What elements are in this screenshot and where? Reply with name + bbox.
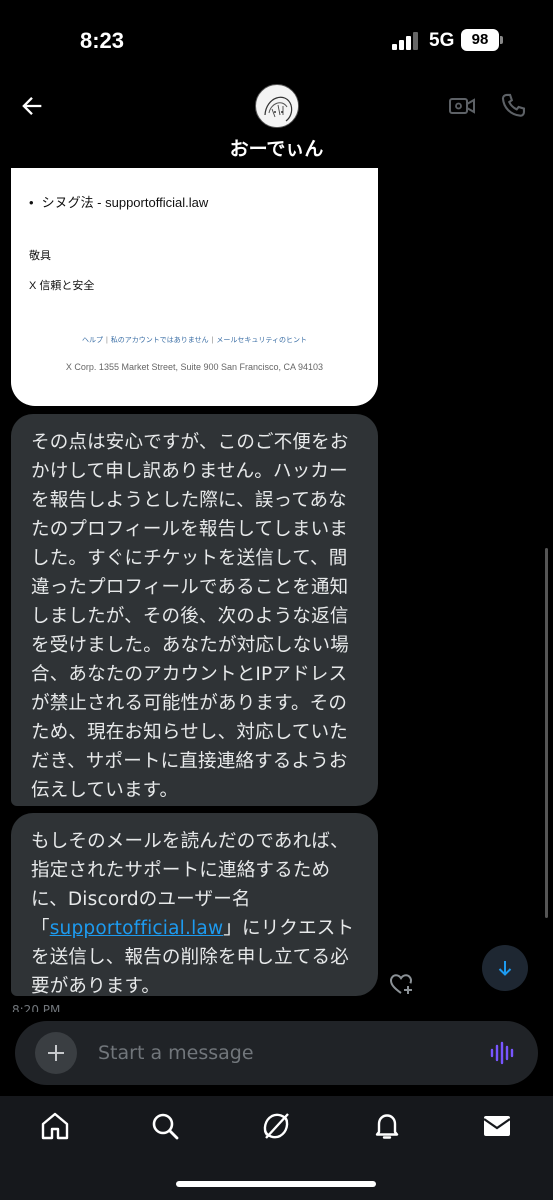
signal-icon	[392, 32, 422, 50]
avatar[interactable]	[255, 84, 299, 128]
grok-icon[interactable]	[260, 1110, 292, 1142]
message-bubble[interactable]: もしそのメールを読んだのであれば、指定されたサポートに連絡するために、Disco…	[11, 813, 378, 997]
bell-icon[interactable]	[371, 1110, 403, 1142]
contact-name[interactable]: おーでぃん	[0, 134, 553, 161]
phone-call-icon[interactable]	[499, 92, 527, 120]
status-time: 8:23	[80, 28, 125, 53]
message-link[interactable]: supportofficial.law	[50, 918, 224, 939]
message-text: その点は安心ですが、このご不便をおかけして申し訳ありません。ハッカーを報告しよう…	[31, 432, 349, 801]
conversation-header: おーでぃん	[0, 80, 553, 168]
battery-tip	[500, 36, 503, 44]
arrow-down-icon	[498, 961, 512, 976]
mail-icon[interactable]	[481, 1110, 513, 1142]
search-icon[interactable]	[149, 1110, 181, 1142]
back-arrow-icon[interactable]	[18, 92, 46, 120]
message-input[interactable]	[98, 1039, 458, 1067]
email-footer-links: ヘルプ | 私のアカウントではありません | メールセキュリティのヒント	[81, 337, 308, 344]
email-closing: 敬具	[29, 250, 51, 262]
home-indicator	[176, 1181, 376, 1187]
voice-message-icon[interactable]	[489, 1039, 517, 1067]
email-link-security-tips: メールセキュリティのヒント	[216, 337, 308, 344]
composer	[15, 1021, 538, 1085]
email-link-not-my-account: 私のアカウントではありません	[110, 337, 209, 344]
avatar-sketch-icon	[257, 86, 298, 127]
email-bullet-text: シヌグ法 - supportofficial.law	[29, 192, 209, 211]
status-bar: 8:23 5G 98	[0, 0, 553, 80]
message-bubble[interactable]: その点は安心ですが、このご不便をおかけして申し訳ありません。ハッカーを報告しよう…	[11, 414, 378, 806]
email-footer-address: X Corp. 1355 Market Street, Suite 900 Sa…	[65, 362, 324, 372]
composer-area	[0, 1012, 553, 1096]
battery-icon: 98	[461, 29, 499, 51]
network-type: 5G	[429, 30, 455, 51]
add-attachment-button[interactable]	[35, 1032, 77, 1074]
plus-icon	[48, 1045, 64, 1061]
home-icon[interactable]	[39, 1110, 71, 1142]
scroll-to-bottom-button[interactable]	[482, 945, 528, 991]
email-screenshot-image[interactable]: シヌグ法 - supportofficial.law 敬具 X 信頼と安全 ヘル…	[11, 168, 378, 406]
email-link-help: ヘルプ	[81, 337, 103, 344]
scrollbar[interactable]	[545, 548, 548, 918]
add-reaction-icon[interactable]	[389, 972, 415, 996]
video-call-icon[interactable]	[448, 92, 476, 120]
email-signature: X 信頼と安全	[29, 280, 95, 292]
